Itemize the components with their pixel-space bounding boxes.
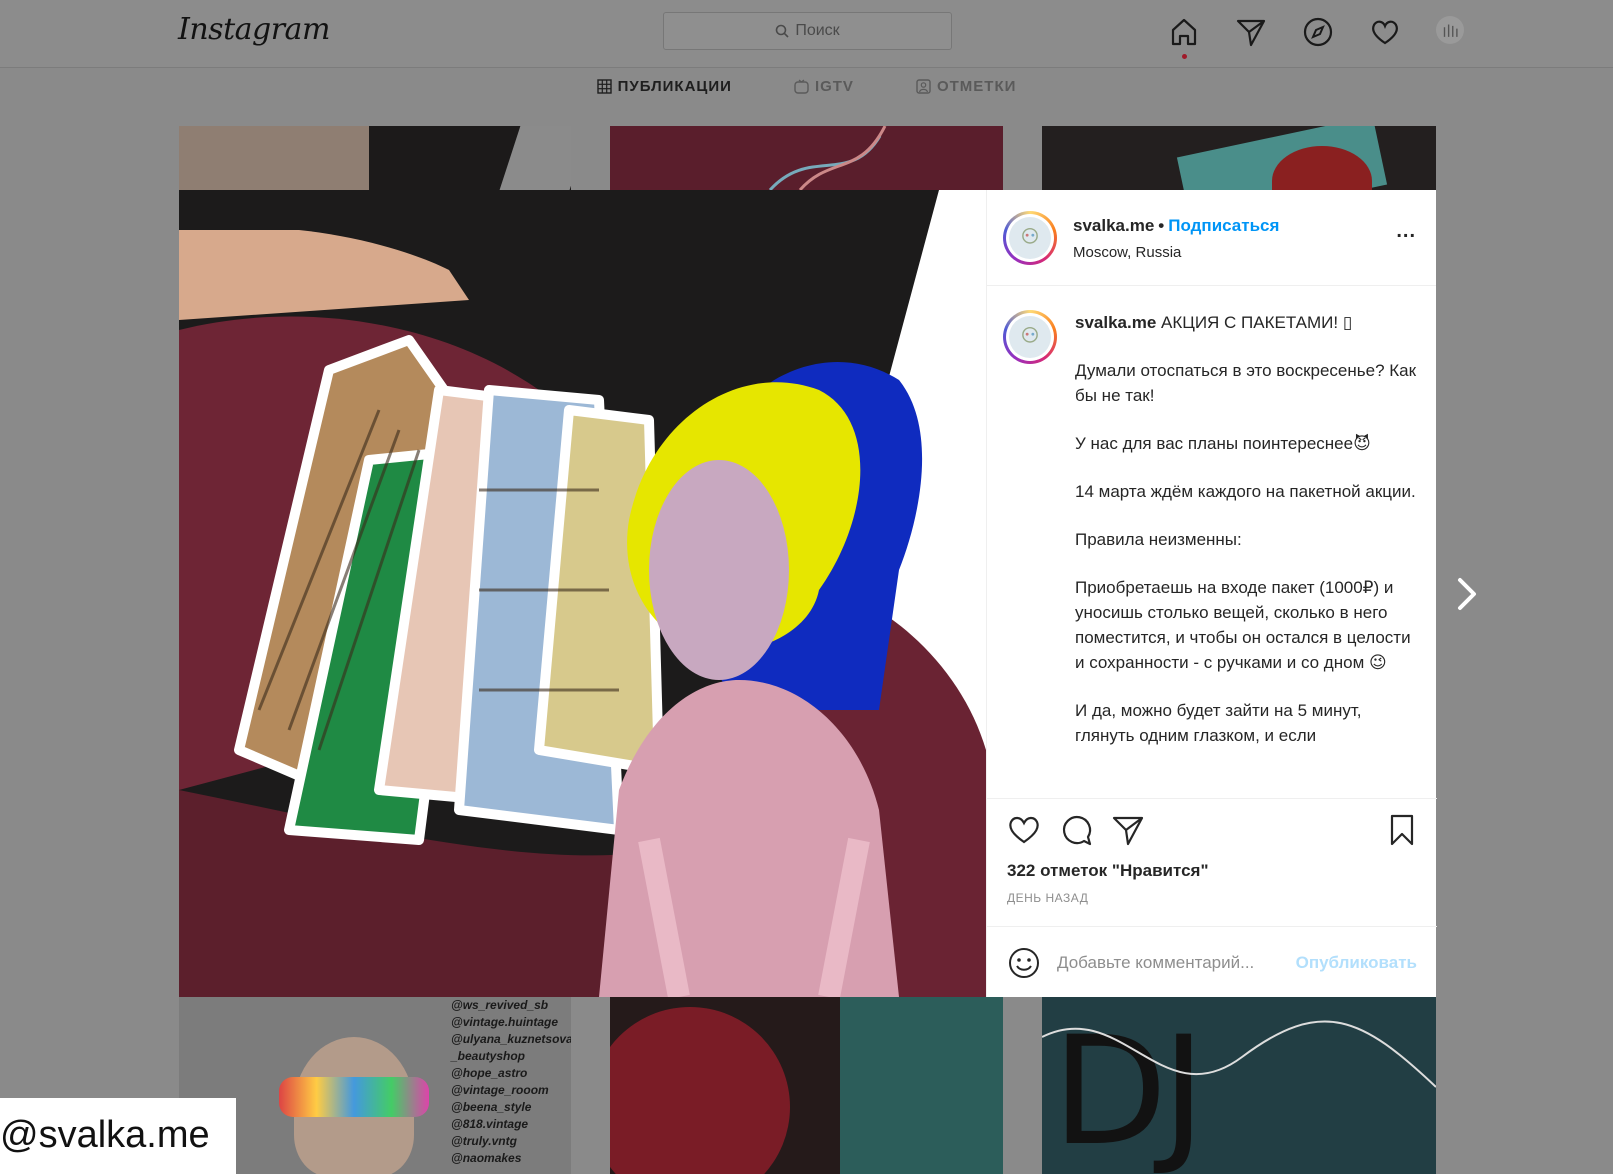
profile-tabs: ПУБЛИКАЦИИ IGTV ОТМЕТКИ [0, 78, 1613, 95]
grid-tile[interactable] [179, 126, 571, 190]
likes-count[interactable]: 322 отметок "Нравится" [1007, 861, 1209, 881]
caption-username[interactable]: svalka.me [1075, 313, 1156, 332]
handle-text: @vintage.huintage [451, 1015, 559, 1029]
more-options-icon[interactable]: ... [1396, 220, 1416, 243]
tab-publications[interactable]: ПУБЛИКАЦИИ [596, 78, 732, 95]
separator-dot: • [1158, 216, 1165, 235]
caption-title: АКЦИЯ С ПАКЕТАМИ! ▯ [1156, 313, 1353, 332]
tab-label: IGTV [814, 78, 854, 95]
tab-igtv[interactable]: IGTV [794, 78, 854, 95]
emoji-icon[interactable] [1007, 946, 1041, 980]
share-icon[interactable] [1111, 813, 1145, 847]
comment-icon[interactable] [1059, 813, 1093, 847]
comment-input[interactable] [1057, 952, 1296, 973]
handle-text: @ulyana_kuznetsova [451, 1032, 571, 1046]
activity-heart-icon[interactable] [1369, 16, 1401, 48]
next-post-chevron-icon[interactable] [1452, 574, 1482, 614]
caption-paragraph: Думали отоспаться в это воскресенье? Как… [1075, 361, 1417, 405]
caption-text: svalka.me АКЦИЯ С ПАКЕТАМИ! ▯ Думали ото… [1075, 310, 1419, 748]
search-placeholder: Поиск [795, 22, 840, 39]
tab-label: ПУБЛИКАЦИИ [617, 78, 732, 95]
post-modal: svalka.me • Подписаться Moscow, Russia ...… [179, 190, 1437, 997]
igtv-icon [794, 79, 809, 94]
author-line: svalka.me • Подписаться [1073, 216, 1279, 236]
top-navigation-bar: Instagram Поиск [0, 0, 1613, 68]
handle-text: @818.vintage [451, 1117, 529, 1131]
save-bookmark-icon[interactable] [1385, 813, 1419, 852]
handle-text: @beena_style [451, 1100, 532, 1114]
add-comment-bar: Опубликовать [987, 926, 1437, 998]
home-icon[interactable] [1168, 16, 1200, 59]
search-box[interactable]: Поиск [663, 12, 952, 50]
tab-label: ОТМЕТКИ [936, 78, 1017, 95]
profile-avatar[interactable] [1436, 16, 1468, 48]
post-side-panel: svalka.me • Подписаться Moscow, Russia ...… [986, 190, 1437, 997]
search-icon [776, 24, 789, 38]
grid-tile[interactable]: DJ [1042, 997, 1436, 1174]
caption-paragraph: 14 марта ждём каждого на пакетной акции. [1075, 482, 1416, 501]
post-timestamp: ДЕНЬ НАЗАД [1007, 891, 1089, 905]
home-active-dot [1182, 54, 1187, 59]
grid-tile[interactable] [610, 997, 1003, 1174]
post-photo[interactable] [179, 190, 986, 997]
caption-paragraph: У нас для вас планы поинтереснее😈 [1075, 434, 1371, 453]
caption-avatar[interactable] [1003, 310, 1057, 364]
tagged-icon [916, 79, 931, 94]
author-avatar[interactable] [1003, 211, 1057, 265]
grid-tile[interactable]: @ws_revived_sb @vintage.huintage @ulyana… [179, 997, 571, 1174]
watermark-label: @svalka.me [0, 1098, 236, 1174]
instagram-logo[interactable]: Instagram [178, 12, 330, 47]
handle-text: @ws_revived_sb [451, 998, 549, 1012]
like-heart-icon[interactable] [1007, 813, 1041, 847]
handle-text: @vintage_rooom [451, 1083, 549, 1097]
caption-area[interactable]: svalka.me АКЦИЯ С ПАКЕТАМИ! ▯ Думали ото… [987, 286, 1437, 798]
grid-tile[interactable] [1042, 126, 1436, 190]
action-icons [1007, 813, 1145, 847]
post-actions: 322 отметок "Нравится" ДЕНЬ НАЗАД Опубли… [987, 798, 1437, 997]
handles-list: @ws_revived_sb @vintage.huintage @ulyana… [451, 997, 571, 1167]
explore-icon[interactable] [1302, 16, 1334, 48]
handle-text: @truly.vntg [451, 1134, 517, 1148]
caption-paragraph: И да, можно будет зайти на 5 минут, глян… [1075, 701, 1362, 745]
post-location[interactable]: Moscow, Russia [1073, 244, 1181, 261]
nav-icons [1168, 16, 1468, 59]
handle-text: @naomakes [451, 1151, 522, 1165]
follow-button[interactable]: Подписаться [1168, 216, 1279, 235]
grid-tile[interactable] [610, 126, 1003, 190]
caption-paragraph: Приобретаешь на входе пакет (1000₽) и ун… [1075, 578, 1411, 672]
direct-icon[interactable] [1235, 16, 1267, 48]
caption-paragraph: Правила неизменны: [1075, 530, 1242, 549]
author-username[interactable]: svalka.me [1073, 216, 1154, 235]
grid-icon [596, 79, 612, 94]
handle-text: _beautyshop [451, 1049, 526, 1063]
post-header: svalka.me • Подписаться Moscow, Russia ... [987, 190, 1436, 286]
publish-button[interactable]: Опубликовать [1296, 953, 1417, 973]
handle-text: @hope_astro [451, 1066, 528, 1080]
tab-tagged[interactable]: ОТМЕТКИ [916, 78, 1016, 95]
